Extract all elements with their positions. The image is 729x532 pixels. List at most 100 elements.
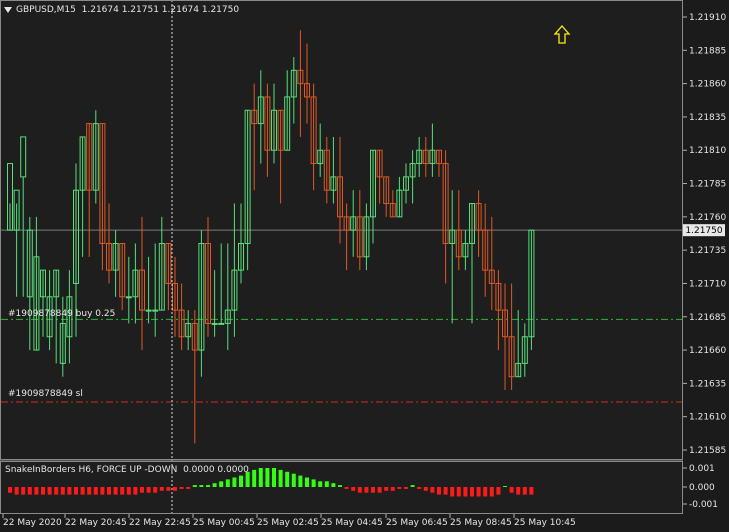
candle: [462, 230, 469, 271]
candle: [152, 243, 159, 337]
candle: [13, 189, 20, 297]
candle: [20, 136, 27, 297]
candle: [436, 149, 442, 177]
candle: [172, 256, 178, 337]
candle: [33, 216, 40, 351]
indicator-values: 0.0000 0.0000: [183, 465, 249, 475]
candle: [119, 242, 126, 311]
price-tick-label: 1.21635: [689, 379, 726, 389]
indicator-bar: [437, 487, 441, 495]
candle-body: [20, 136, 27, 178]
candle: [26, 216, 33, 351]
indicator-bar: [357, 487, 362, 493]
current-price-label: 1.21750: [683, 224, 725, 237]
price-tick-label: 1.21585: [689, 446, 726, 456]
price-tick-label: 1.21810: [689, 146, 726, 156]
candle: [125, 256, 132, 324]
indicator-bar: [496, 487, 501, 495]
candle: [106, 203, 112, 284]
candle: [343, 203, 350, 271]
candle: [422, 136, 429, 177]
indicator-bar: [443, 487, 448, 495]
time-tick-label: 25 May 08:45: [450, 518, 512, 528]
indicator-bar: [173, 487, 177, 491]
indicator-bar: [133, 487, 138, 495]
candle: [416, 136, 423, 177]
time-axis[interactable]: 22 May 2020 22 May 20:45 22 May 22:45 25 Ma…: [2, 514, 576, 528]
indicator-bar: [146, 487, 151, 493]
buy-order-label[interactable]: #1909878849 buy 0.25: [8, 309, 115, 319]
symbol-label: GBPUSD,M15: [16, 5, 76, 15]
indicator-bar: [417, 487, 422, 489]
candle-body: [145, 309, 152, 312]
indicator-bar: [397, 487, 402, 489]
indicator-bar: [232, 477, 237, 487]
candle: [442, 150, 449, 284]
indicator-bar: [377, 487, 382, 493]
indicator-bar: [159, 487, 164, 491]
stop-loss-label[interactable]: #1909878849 sl: [8, 389, 83, 399]
candle: [469, 203, 475, 324]
indicator-bar: [410, 485, 415, 487]
candle: [495, 270, 502, 351]
indicator-bar: [470, 487, 474, 497]
candle: [304, 43, 310, 124]
indicator-bar: [100, 487, 105, 495]
candle: [528, 229, 535, 351]
indicator-bar: [192, 485, 197, 487]
indicator-bar: [166, 487, 171, 491]
candle: [264, 83, 271, 177]
candle: [99, 123, 106, 271]
indicator-header: SnakeInBorders H6, FORCE UP -DOWN 0.0000…: [5, 465, 249, 475]
indicator-bar: [80, 487, 85, 495]
indicator-bar: [60, 487, 65, 495]
candle: [277, 109, 284, 204]
indicator-bar: [206, 485, 210, 487]
indicator-bar: [21, 487, 26, 495]
indicator-bar: [430, 487, 435, 493]
candle: [251, 83, 258, 191]
indicator-bar: [364, 487, 369, 493]
indicator-bar: [140, 487, 144, 493]
indicator-bar: [489, 487, 494, 497]
indicator-bar: [54, 487, 59, 495]
price-tick-label: 1.21910: [689, 13, 726, 23]
indicator-tick-label: 0.001: [689, 464, 715, 474]
candle: [185, 310, 192, 351]
indicator-bar: [120, 487, 125, 495]
candle: [86, 123, 93, 257]
indicator-bar: [384, 487, 389, 491]
candle: [145, 256, 152, 324]
current-price-text: 1.21750: [685, 226, 722, 236]
indicator-bar: [34, 487, 39, 495]
indicator-bar: [450, 487, 455, 497]
candle: [7, 163, 13, 231]
candle: [396, 176, 403, 218]
indicator-bar: [265, 468, 270, 487]
indicator-bar: [338, 485, 342, 487]
time-tick-label: 22 May 20:45: [65, 518, 127, 528]
candle-body: [152, 309, 159, 312]
time-tick-label: 25 May 06:45: [386, 518, 448, 528]
indicator-tick-label: -0.001: [689, 500, 718, 510]
indicator-bar: [318, 481, 323, 487]
indicator-bar: [483, 487, 488, 497]
candle: [409, 150, 416, 204]
indicator-axis: 0.001 0.000 -0.001: [683, 464, 718, 510]
time-tick-label: 22 May 22:45: [129, 518, 191, 528]
candle: [231, 203, 238, 337]
candle-body: [218, 322, 225, 325]
indicator-bar: [126, 487, 131, 495]
indicator-bar: [252, 469, 257, 487]
chart-frame: 1.21910 1.21885 1.21860 1.21835 1.21810 1.217…: [0, 0, 726, 528]
dropdown-triangle-icon[interactable]: [4, 6, 12, 13]
indicator-title: SnakeInBorders H6, FORCE UP -DOWN: [5, 465, 178, 475]
candle: [297, 30, 304, 137]
candle: [475, 190, 482, 257]
indicator-bar: [199, 485, 204, 487]
candle: [178, 283, 185, 351]
indicator-bar: [351, 487, 356, 491]
indicator-bar: [324, 481, 329, 487]
indicator-bar: [390, 487, 395, 491]
candle: [244, 109, 251, 271]
